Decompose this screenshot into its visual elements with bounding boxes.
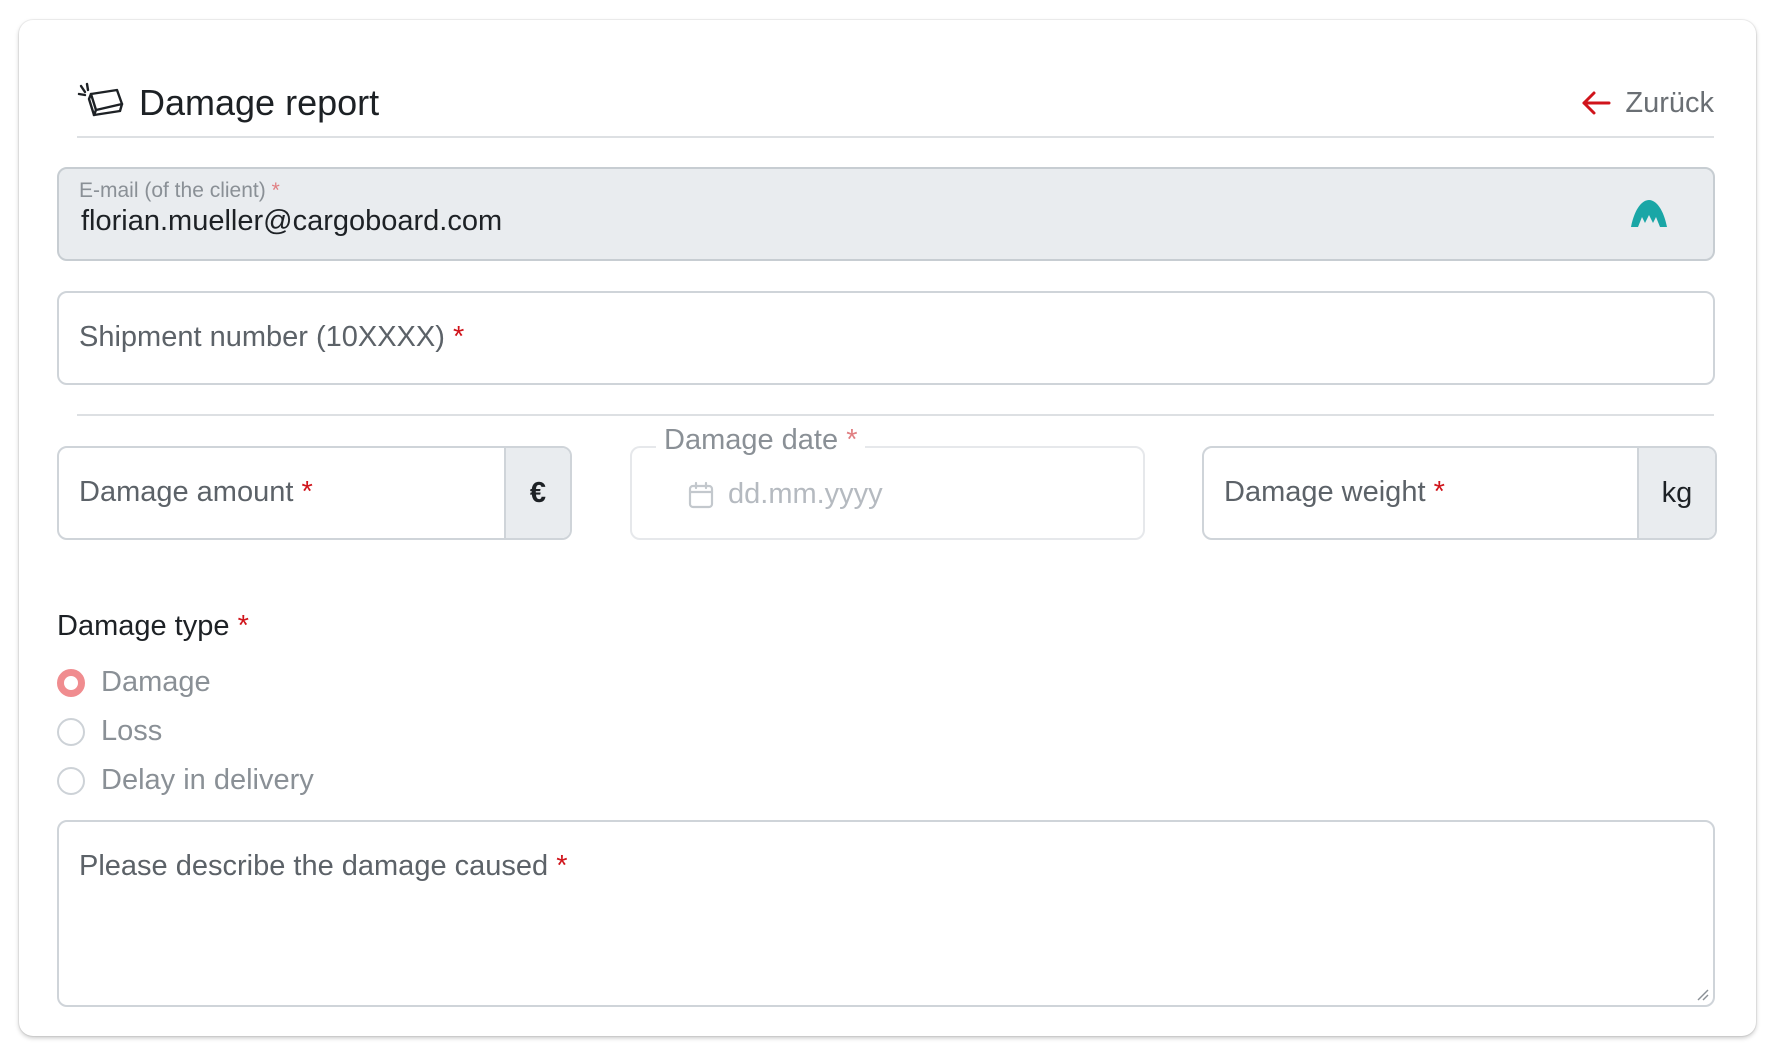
page-title: Damage report (139, 82, 380, 123)
damage-date-placeholder: dd.mm.yyyy (688, 478, 883, 511)
description-textarea[interactable]: Please describe the damage caused * (57, 820, 1715, 1007)
header-divider (77, 136, 1714, 138)
email-value: florian.mueller@cargoboard.com (81, 205, 503, 237)
resize-handle-icon[interactable] (1695, 987, 1709, 1001)
damage-type-label: Damage type * (57, 610, 249, 642)
calendar-icon (688, 481, 714, 508)
radio-button[interactable] (57, 766, 85, 795)
radio-button-checked[interactable] (57, 668, 85, 697)
back-label: Zurück (1625, 87, 1714, 119)
damage-amount-input[interactable]: Damage amount * € (57, 446, 572, 540)
email-field: E-mail (of the client) * florian.mueller… (57, 167, 1715, 261)
shipment-number-input[interactable]: Shipment number (10XXXX) * (57, 291, 1715, 385)
radio-delay[interactable]: Delay in delivery (57, 764, 314, 797)
damage-weight-label: Damage weight * (1224, 476, 1445, 508)
email-label: E-mail (of the client) * (79, 179, 280, 202)
radio-button[interactable] (57, 717, 85, 746)
radio-label: Damage (101, 666, 211, 698)
radio-loss[interactable]: Loss (57, 715, 162, 748)
damage-date-label: Damage date * (656, 424, 866, 457)
radio-label: Delay in delivery (101, 764, 314, 796)
description-label: Please describe the damage caused * (79, 850, 568, 882)
arrow-left-icon (1582, 91, 1611, 115)
damage-amount-label: Damage amount * (79, 476, 313, 508)
radio-label: Loss (101, 715, 163, 747)
damaged-package-icon (77, 82, 124, 117)
damage-date-input[interactable]: Damage date * dd.mm.yyyy (630, 424, 1145, 540)
section-divider (77, 414, 1714, 416)
radio-damage[interactable]: Damage (57, 666, 211, 699)
kg-addon: kg (1637, 448, 1715, 538)
euro-addon: € (504, 448, 570, 538)
damage-report-card: Damage report Zurück E-mail (of the clie… (19, 20, 1756, 1036)
shipment-number-label: Shipment number (10XXXX) * (79, 321, 465, 353)
damage-weight-input[interactable]: Damage weight * kg (1202, 446, 1717, 540)
back-button[interactable]: Zurück (1581, 84, 1714, 122)
cargoboard-logo-icon (1631, 200, 1667, 227)
